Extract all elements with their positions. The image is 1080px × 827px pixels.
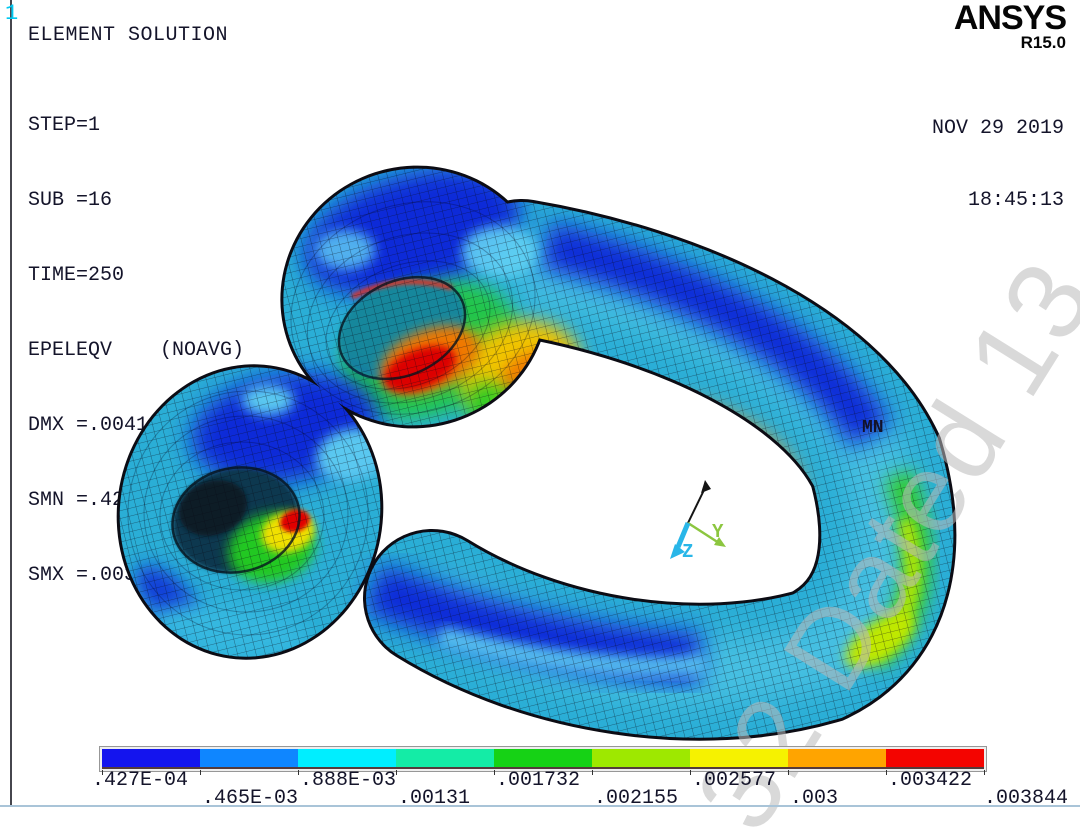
window-bottom-border — [0, 805, 1080, 807]
legend-tick — [788, 770, 789, 775]
legend-tick — [984, 770, 985, 775]
shackle-fea-plot: MN Y Z — [0, 0, 1080, 827]
legend-segment — [886, 749, 984, 767]
legend-label: .427E-04 — [92, 772, 188, 790]
legend-tick — [494, 770, 495, 775]
legend-tick — [200, 770, 201, 775]
triad-z-label: Z — [682, 541, 693, 563]
legend-segment — [200, 749, 298, 767]
triad-y-label: Y — [712, 521, 724, 543]
legend-segment — [396, 749, 494, 767]
legend-label: .003422 — [888, 772, 972, 790]
legend-tick — [298, 770, 299, 775]
legend-label: .002577 — [692, 772, 776, 790]
legend-segment — [494, 749, 592, 767]
legend-tick — [592, 770, 593, 775]
legend-tick — [886, 770, 887, 775]
legend-segment — [788, 749, 886, 767]
model-viewport[interactable]: MN Y Z — [0, 0, 1080, 827]
legend-segment — [298, 749, 396, 767]
legend-segment — [690, 749, 788, 767]
legend-tick — [690, 770, 691, 775]
legend-color-strip — [102, 749, 984, 767]
mesh-grid-overlay — [0, 0, 1080, 827]
legend-segment — [102, 749, 200, 767]
ansys-graphics-window: 1 ELEMENT SOLUTION STEP=1 SUB =16 TIME=2… — [0, 0, 1080, 827]
legend-tick — [396, 770, 397, 775]
legend-label: .888E-03 — [300, 772, 396, 790]
legend-label: .001732 — [496, 772, 580, 790]
legend-segment — [592, 749, 690, 767]
contour-surface — [0, 0, 1080, 827]
min-value-marker: MN — [862, 418, 884, 438]
